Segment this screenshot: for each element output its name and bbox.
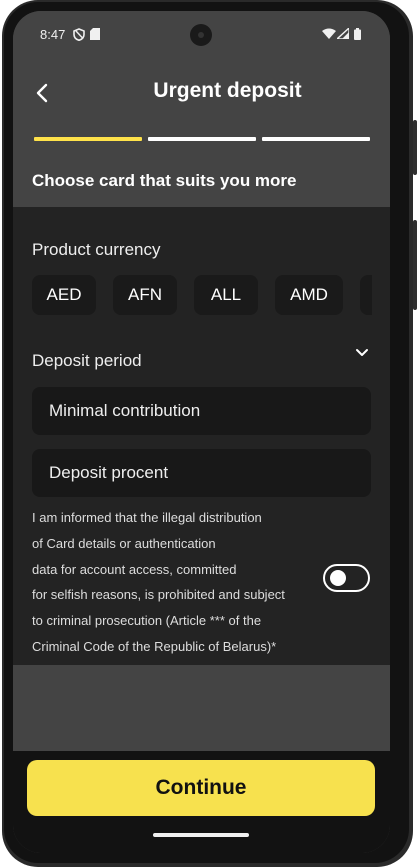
consent-line: of Card details or authentication	[32, 535, 216, 551]
app-screen: 8:47 Urgent deposit Choose card that sui…	[13, 11, 390, 853]
currency-chip-afn[interactable]: AFN	[113, 275, 177, 315]
consent-line: Criminal Code of the Republic of Belarus…	[32, 638, 277, 654]
currency-chip-amd[interactable]: AMD	[275, 275, 343, 315]
header: Urgent deposit Choose card that suits yo…	[13, 57, 390, 207]
minimal-contribution-field[interactable]: Minimal contribution	[32, 387, 371, 435]
form-content: Product currency AED AFN ALL AMD Deposit…	[13, 207, 390, 665]
battery-icon	[354, 28, 361, 40]
front-camera	[190, 24, 212, 46]
step-progress	[34, 137, 370, 141]
sd-card-icon	[90, 28, 100, 40]
status-bar: 8:47	[13, 11, 390, 57]
currency-chip-all[interactable]: ALL	[194, 275, 258, 315]
deposit-percent-field[interactable]: Deposit procent	[32, 449, 371, 497]
continue-button[interactable]: Continue	[27, 760, 375, 816]
consent-line: I am informed that the illegal distribut…	[32, 510, 262, 525]
currency-label: Product currency	[32, 240, 161, 259]
page-subtitle: Choose card that suits you more	[32, 171, 297, 190]
home-indicator[interactable]	[153, 833, 249, 837]
volume-button	[413, 220, 417, 310]
consent-line: data for account access, committed	[32, 561, 237, 577]
power-button	[413, 120, 417, 175]
deposit-period-label[interactable]: Deposit period	[32, 351, 142, 371]
shield-icon	[73, 28, 85, 41]
footer: Continue	[13, 751, 390, 853]
signal-icon	[337, 28, 349, 39]
consent-line: for selfish reasons, is prohibited and s…	[32, 587, 285, 603]
status-time: 8:47	[40, 27, 66, 42]
wifi-icon	[322, 28, 336, 39]
consent-toggle[interactable]	[323, 564, 370, 592]
consent-line: to criminal prosecution (Article *** of …	[32, 613, 262, 629]
toggle-knob	[330, 570, 346, 586]
page-title: Urgent deposit	[153, 79, 302, 102]
currency-chip-aed[interactable]: AED	[32, 275, 96, 315]
step-3	[262, 137, 370, 141]
step-1	[34, 137, 142, 141]
currency-chips[interactable]: AED AFN ALL AMD	[32, 275, 372, 317]
currency-chip-partial[interactable]	[360, 275, 372, 315]
consent-text: I am informed that the illegal distribut…	[32, 505, 317, 660]
phone-device: 8:47 Urgent deposit Choose card that sui…	[0, 0, 417, 867]
step-2	[148, 137, 256, 141]
chevron-down-icon[interactable]	[354, 345, 370, 361]
empty-area	[13, 665, 390, 751]
